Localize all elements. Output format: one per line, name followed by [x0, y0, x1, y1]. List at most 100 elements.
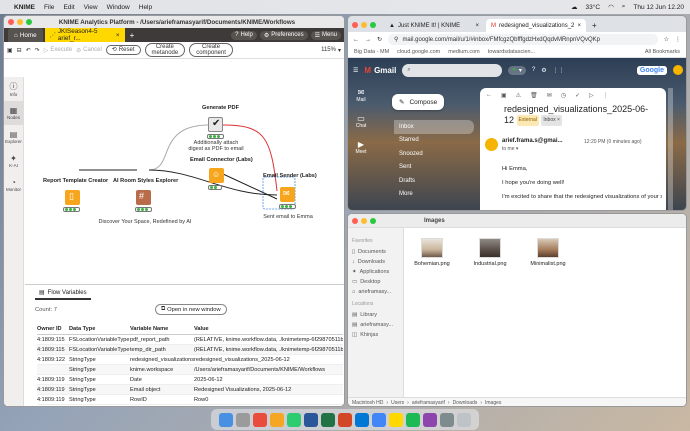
- search-icon[interactable]: ⌕: [622, 3, 626, 11]
- browser-tab-knime[interactable]: ▲ Just KNIME It! | KNIME ×: [384, 19, 484, 32]
- browser-tab-gmail[interactable]: Mredesigned_visualizations_2 ×: [486, 19, 586, 32]
- menu-view[interactable]: View: [84, 4, 98, 11]
- column-header[interactable]: Value: [194, 326, 343, 332]
- more-icon[interactable]: ⋮: [603, 92, 609, 99]
- gmail-scrollbar[interactable]: [668, 88, 673, 210]
- zoom-control[interactable]: 115% ▾: [321, 47, 341, 54]
- wifi-icon[interactable]: ◠: [608, 3, 614, 11]
- sidebar-item-info[interactable]: ⓘ Info: [4, 77, 23, 101]
- sidebar-item-applications[interactable]: ✦ Applications: [352, 267, 399, 277]
- close-tab-icon[interactable]: ×: [475, 23, 479, 29]
- outlook-app-icon[interactable]: [355, 412, 369, 427]
- new-tab-button[interactable]: +: [130, 31, 135, 40]
- path-segment[interactable]: Downloads: [453, 400, 478, 406]
- cancel-button[interactable]: ⊘ Cancel: [76, 47, 102, 54]
- teams-app-icon[interactable]: [423, 412, 437, 427]
- mark-unread-icon[interactable]: ✉: [547, 92, 552, 99]
- maximize-window-button[interactable]: [26, 19, 32, 25]
- sidebar-item-downloads[interactable]: ↓ Downloads: [352, 257, 399, 267]
- forward-icon[interactable]: →: [365, 37, 371, 43]
- path-segment[interactable]: Macintosh HD: [352, 400, 383, 406]
- layout-icon[interactable]: ⊟: [17, 47, 22, 54]
- settings-app-icon[interactable]: [440, 412, 454, 427]
- launchpad-app-icon[interactable]: [236, 412, 250, 427]
- all-bookmarks[interactable]: All Bookmarks: [645, 49, 680, 55]
- recipient-line[interactable]: to me ▾: [502, 146, 518, 152]
- label-external[interactable]: External: [516, 115, 539, 127]
- menu-window[interactable]: Window: [107, 4, 130, 11]
- gmail-logo[interactable]: M Gmail: [364, 66, 396, 75]
- menu-edit[interactable]: Edit: [63, 4, 74, 11]
- file-item[interactable]: Bohemian.png: [412, 238, 452, 267]
- workflow-canvas[interactable]: Generate PDF ✔ Additionally attach diges…: [25, 77, 344, 283]
- table-row[interactable]: 4:1809:122 StringType redesigned_visualiza…: [37, 355, 343, 365]
- file-item[interactable]: Industrial.png: [470, 238, 510, 267]
- maximize-window-button[interactable]: [370, 217, 376, 224]
- help-button[interactable]: ? Help: [231, 30, 257, 40]
- gmail-search-input[interactable]: ⌕: [402, 63, 503, 77]
- clock[interactable]: Thu 12 Jun 12.20: [633, 4, 684, 11]
- sidebar-item-khinjas[interactable]: ◫ Khinjas: [352, 330, 399, 340]
- trash-icon[interactable]: [457, 412, 471, 427]
- bookmark-item[interactable]: towardsdatascien...: [488, 49, 535, 55]
- rail-mail[interactable]: ✉ Mail: [350, 88, 372, 103]
- nav-more[interactable]: More: [394, 188, 474, 202]
- snooze-icon[interactable]: ◷: [561, 92, 566, 99]
- sidebar-item-explorer[interactable]: ▤ Explorer: [4, 125, 23, 149]
- minimize-window-button[interactable]: [17, 19, 23, 25]
- more-icon[interactable]: ⋮: [675, 36, 681, 43]
- reload-icon[interactable]: ↻: [377, 36, 382, 43]
- knime-app-icon[interactable]: [389, 412, 403, 427]
- minimize-window-button[interactable]: [361, 22, 367, 28]
- table-row[interactable]: 4:1809:119 StringType Email object Redesign…: [37, 385, 343, 395]
- node-generate-pdf[interactable]: ✔: [208, 117, 223, 132]
- bookmark-item[interactable]: cloud.google.com: [397, 49, 440, 55]
- node-ai-room-styles[interactable]: #: [136, 190, 151, 205]
- report-icon[interactable]: ⚠: [516, 92, 521, 99]
- file-item[interactable]: Minimalist.png: [528, 238, 568, 267]
- sidebar-item-desktop[interactable]: ▭ Desktop: [352, 277, 399, 287]
- sender-avatar[interactable]: [485, 138, 498, 151]
- weather-icon[interactable]: ☁: [571, 3, 578, 11]
- status-indicator[interactable]: ● ▾: [508, 65, 526, 75]
- maximize-window-button[interactable]: [370, 22, 376, 28]
- close-tab-icon[interactable]: ×: [116, 32, 120, 39]
- save-icon[interactable]: ▣: [7, 47, 13, 54]
- nav-snoozed[interactable]: Snoozed: [394, 147, 474, 161]
- menu-file[interactable]: File: [44, 4, 54, 11]
- finder-app-icon[interactable]: [219, 412, 233, 427]
- spotify-app-icon[interactable]: [406, 412, 420, 427]
- minimize-window-button[interactable]: [361, 217, 367, 224]
- close-window-button[interactable]: [352, 22, 358, 28]
- sidebar-item-kai[interactable]: ✦ K-AI: [4, 149, 23, 173]
- label-inbox[interactable]: Inbox ×: [541, 115, 562, 127]
- archive-icon[interactable]: ▣: [501, 92, 507, 99]
- table-row[interactable]: StringType knime.workspace/Users/ariefram…: [37, 365, 343, 375]
- node-email-sender[interactable]: ✉: [280, 187, 295, 202]
- back-icon[interactable]: ←: [486, 92, 492, 98]
- sidebar-item-user[interactable]: ▤ arieframasy...: [352, 320, 399, 330]
- sidebar-item-library[interactable]: ▤ Library: [352, 310, 399, 320]
- reset-button[interactable]: ⟲ Reset: [105, 45, 141, 55]
- preferences-button[interactable]: ⚙ Preferences: [259, 30, 308, 40]
- menu-help[interactable]: Help: [139, 4, 152, 11]
- close-tab-icon[interactable]: ×: [577, 23, 581, 29]
- node-email-connector[interactable]: ☺: [209, 168, 224, 183]
- nav-inbox[interactable]: Inbox: [394, 120, 474, 134]
- url-field[interactable]: ⚲ mail.google.com/mail/u/1/#inbox/FMfcgzQ…: [388, 34, 658, 45]
- new-tab-button[interactable]: +: [592, 21, 597, 30]
- open-in-new-window-button[interactable]: ⧉ Open in new window: [155, 304, 227, 315]
- sidebar-item-documents[interactable]: ▯ Documents: [352, 247, 399, 257]
- close-window-button[interactable]: [8, 19, 14, 25]
- weather-temp[interactable]: 33°C: [586, 4, 601, 11]
- bookmark-item[interactable]: Big Data - MM: [354, 49, 389, 55]
- star-icon[interactable]: ☆: [664, 36, 669, 43]
- node-report-template[interactable]: ▯: [65, 190, 80, 205]
- word-app-icon[interactable]: [304, 412, 318, 427]
- task-icon[interactable]: ✓: [575, 92, 580, 99]
- rail-chat[interactable]: ▭ Chat: [350, 114, 372, 129]
- sidebar-item-monitor[interactable]: ◔ Monitor: [4, 173, 23, 197]
- excel-app-icon[interactable]: [321, 412, 335, 427]
- powerpoint-app-icon[interactable]: [338, 412, 352, 427]
- table-row[interactable]: 4:1809:119 StringType Date 2025-06-12: [37, 375, 343, 385]
